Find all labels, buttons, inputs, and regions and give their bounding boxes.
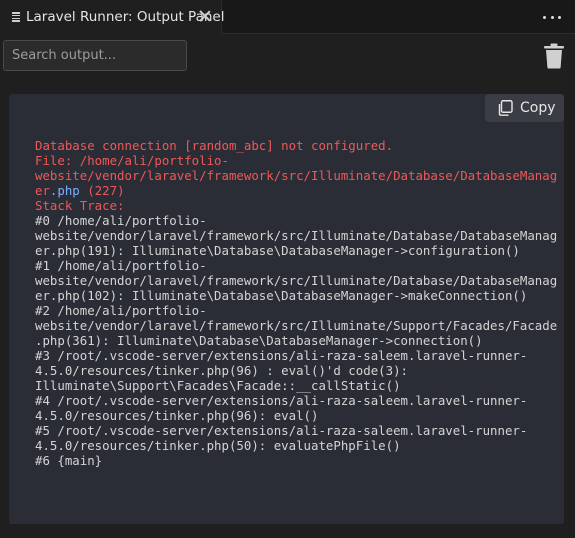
trace-line: #0 /home/ali/portfolio- bbox=[35, 213, 207, 228]
file-path-line: File: /home/ali/portfolio- bbox=[35, 153, 229, 168]
trace-line: 4.5.0/resources/tinker.php(96): eval() bbox=[35, 408, 319, 423]
close-icon[interactable] bbox=[197, 8, 213, 24]
trace-line: er.php(191): Illuminate\Database\Databas… bbox=[35, 243, 520, 258]
copy-label: Copy bbox=[520, 100, 556, 116]
output-text: Database connection [random_abc] not con… bbox=[35, 138, 557, 468]
error-message: Database connection [random_abc] not con… bbox=[35, 138, 394, 153]
search-input[interactable] bbox=[3, 40, 187, 71]
file-path-prefix: er bbox=[35, 183, 50, 198]
trash-icon[interactable] bbox=[542, 43, 566, 69]
copy-icon bbox=[498, 100, 513, 116]
trace-line: website/vendor/laravel/framework/src/Ill… bbox=[35, 273, 558, 288]
output-lines-icon bbox=[12, 12, 20, 22]
trace-line: website/vendor/laravel/framework/src/Ill… bbox=[35, 228, 558, 243]
tab-title: Laravel Runner: Output Panel bbox=[26, 9, 225, 25]
trace-line: website/vendor/laravel/framework/src/Ill… bbox=[35, 318, 558, 333]
output-panel: Copy Database connection [random_abc] no… bbox=[9, 94, 564, 524]
trace-line: #5 /root/.vscode-server/extensions/ali-r… bbox=[35, 423, 528, 438]
toolbar bbox=[0, 34, 575, 80]
trace-line: #4 /root/.vscode-server/extensions/ali-r… bbox=[35, 393, 528, 408]
trace-line: 4.5.0/resources/tinker.php(50): evaluate… bbox=[35, 438, 401, 453]
file-line-number: (227) bbox=[87, 183, 125, 198]
trace-line: 4.5.0/resources/tinker.php(96) : eval()'… bbox=[35, 363, 408, 378]
trace-line: #3 /root/.vscode-server/extensions/ali-r… bbox=[35, 348, 528, 363]
trace-line: er.php(102): Illuminate\Database\Databas… bbox=[35, 288, 528, 303]
trace-line: #6 {main} bbox=[35, 453, 103, 468]
trace-line: #2 /home/ali/portfolio- bbox=[35, 303, 207, 318]
ellipsis-icon[interactable] bbox=[543, 11, 561, 23]
copy-button[interactable]: Copy bbox=[485, 94, 564, 122]
trace-line: Illuminate\Support\Facades\Facade::__cal… bbox=[35, 378, 401, 393]
tab-bar: Laravel Runner: Output Panel bbox=[0, 0, 575, 34]
tab-output-panel[interactable]: Laravel Runner: Output Panel bbox=[0, 0, 225, 34]
stack-trace-label: Stack Trace: bbox=[35, 198, 125, 213]
file-path-line: website/vendor/laravel/framework/src/Ill… bbox=[35, 168, 558, 183]
trace-line: .php(361): Illuminate\Database\DatabaseM… bbox=[35, 333, 483, 348]
trace-line: #1 /home/ali/portfolio- bbox=[35, 258, 207, 273]
file-extension: .php bbox=[49, 183, 80, 198]
